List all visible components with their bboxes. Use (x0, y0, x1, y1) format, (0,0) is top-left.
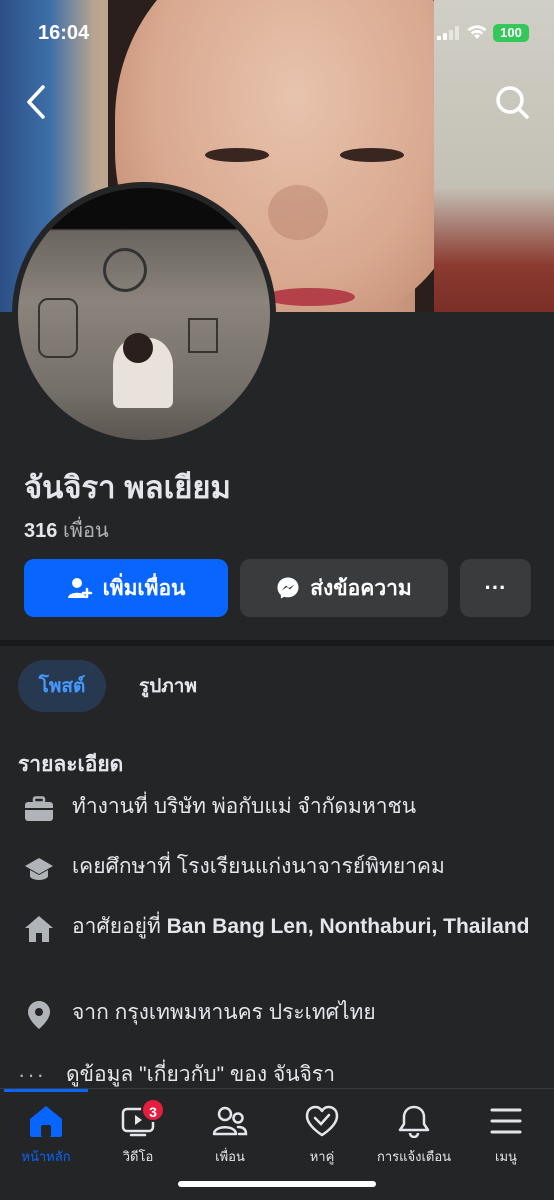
bell-icon (398, 1105, 430, 1138)
avatar-wall-art (38, 298, 78, 358)
detail-work-text: ทำงานที่ บริษัท พ่อกับแม่ จำกัดมหาชน (72, 795, 417, 818)
nav-video[interactable]: 3 วิดีโอ (92, 1098, 184, 1167)
profile-avatar[interactable] (12, 182, 276, 446)
friends-count[interactable]: 316 เพื่อน (24, 514, 109, 546)
add-friend-button[interactable]: เพิ่มเพื่อน (24, 559, 228, 617)
more-dots-icon: ··· (484, 575, 507, 600)
briefcase-icon (22, 792, 56, 826)
detail-work: ทำงานที่ บริษัท พ่อกับแม่ จำกัดมหาชน (22, 792, 416, 826)
ellipsis-icon: ··· (18, 1061, 46, 1087)
nav-home-label: หน้าหลัก (21, 1149, 71, 1164)
nav-active-indicator (4, 1089, 88, 1092)
detail-lives-text: อาศัยอยู่ที่ Ban Bang Len, Nonthaburi, T… (72, 912, 532, 942)
detail-from-text: จาก กรุงเทพมหานคร ประเทศไทย (72, 1001, 376, 1024)
nav-notifications-label: การแจ้งเตือน (376, 1149, 452, 1164)
nav-notifications[interactable]: การแจ้งเตือน (368, 1104, 460, 1167)
graduation-cap-icon (22, 852, 56, 886)
nav-menu[interactable]: เมนู (460, 1104, 552, 1167)
search-icon (496, 86, 529, 119)
battery-indicator: 100 (493, 24, 529, 42)
avatar-fan (103, 248, 147, 292)
nav-menu-label: เมนู (495, 1149, 517, 1164)
cover-eye-left (205, 148, 269, 162)
status-time: 16:04 (38, 22, 90, 44)
nav-home[interactable]: หน้าหลัก (0, 1104, 92, 1167)
tab-photos[interactable]: รูปภาพ (118, 660, 218, 712)
more-options-button[interactable]: ··· (460, 559, 531, 617)
wifi-icon (466, 24, 488, 45)
back-button[interactable] (14, 80, 58, 124)
cover-eye-right (340, 148, 404, 162)
home-location-icon (22, 912, 56, 946)
nav-video-label: วิดีโอ (122, 1149, 154, 1164)
nav-friends[interactable]: เพื่อน (184, 1104, 276, 1167)
detail-from: จาก กรุงเทพมหานคร ประเทศไทย (22, 998, 376, 1032)
detail-education: เคยศึกษาที่ โรงเรียนแก่งนาจารย์พิทยาคม (22, 852, 445, 886)
video-badge: 3 (141, 1098, 165, 1122)
home-icon (30, 1106, 62, 1137)
menu-icon (490, 1108, 522, 1134)
messenger-icon (277, 577, 299, 599)
home-indicator (178, 1181, 376, 1187)
friends-icon (212, 1106, 248, 1136)
location-pin-icon (22, 998, 56, 1032)
avatar-photo (18, 188, 270, 440)
profile-name: จันจิรา พลเยียม (24, 470, 231, 505)
details-title: รายละเอียด (18, 753, 124, 776)
section-divider (0, 640, 554, 646)
nav-friends-label: เพื่อน (215, 1149, 245, 1164)
tab-posts[interactable]: โพสต์ (18, 660, 106, 712)
nav-dating[interactable]: หาคู่ (276, 1104, 368, 1167)
add-friend-label: เพิ่มเพื่อน (102, 576, 186, 600)
detail-lives-place[interactable]: Ban Bang Len, Nonthaburi, Thailand (167, 915, 530, 938)
cover-nose (268, 185, 328, 240)
see-about-link[interactable]: ··· ดูข้อมูล "เกี่ยวกับ" ของ จันจิรา (18, 1058, 335, 1091)
dating-icon (305, 1105, 339, 1137)
status-bar: 16:04 100 (0, 18, 554, 48)
detail-lives-prefix: อาศัยอยู่ที่ (72, 915, 167, 938)
back-arrow-icon (27, 85, 45, 119)
detail-lives: อาศัยอยู่ที่ Ban Bang Len, Nonthaburi, T… (22, 912, 532, 946)
message-label: ส่งข้อความ (310, 576, 412, 600)
friends-count-number: 316 (24, 520, 58, 542)
signal-icon (437, 26, 459, 45)
add-friend-icon (67, 578, 92, 599)
friends-count-label: เพื่อน (62, 520, 109, 542)
cover-mouth (265, 288, 355, 306)
message-button[interactable]: ส่งข้อความ (240, 559, 448, 617)
search-button[interactable] (490, 80, 534, 124)
see-about-label: ดูข้อมูล "เกี่ยวกับ" ของ จันจิรา (65, 1063, 336, 1086)
avatar-wall-art (188, 318, 218, 353)
detail-education-text: เคยศึกษาที่ โรงเรียนแก่งนาจารย์พิทยาคม (72, 855, 445, 878)
avatar-person-head (123, 333, 153, 363)
nav-dating-label: หาคู่ (309, 1149, 335, 1164)
